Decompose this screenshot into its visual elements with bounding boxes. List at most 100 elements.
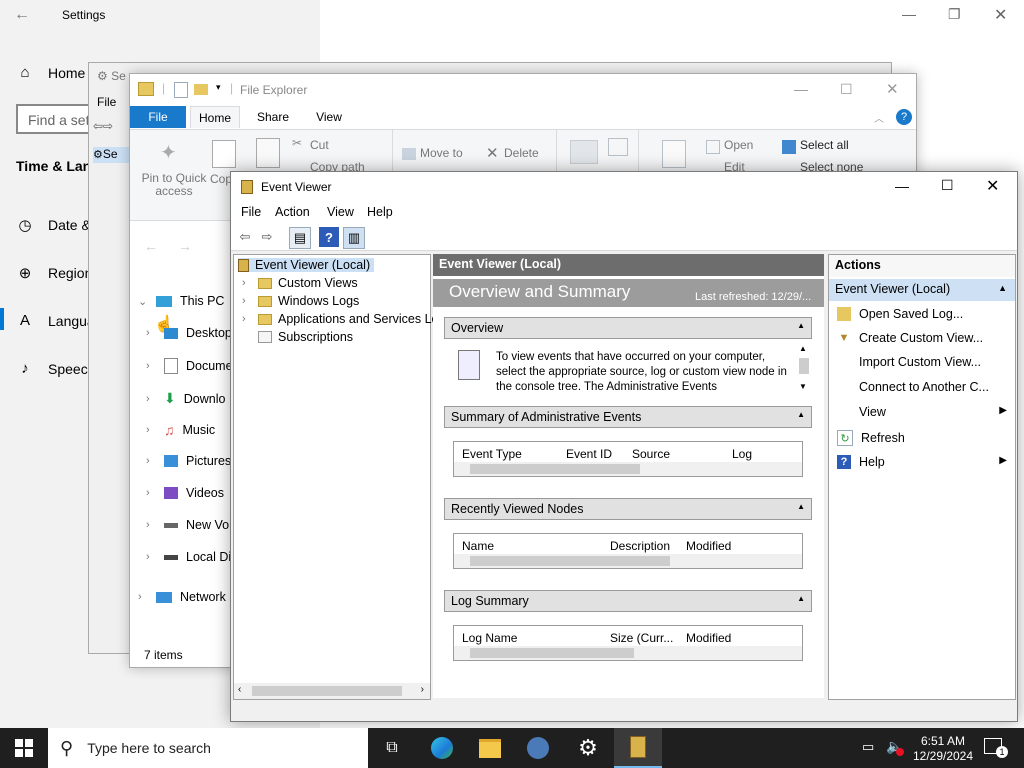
collapse-icon[interactable]: ▲: [998, 283, 1007, 293]
minimize-icon[interactable]: —: [895, 178, 909, 194]
open-button[interactable]: Open: [724, 138, 753, 152]
maximize-icon[interactable]: ☐: [840, 81, 853, 98]
action-view[interactable]: View ▶: [837, 405, 1007, 419]
scroll-left-icon[interactable]: ‹: [238, 684, 241, 695]
sidebar-item-region[interactable]: ⊕ Region: [16, 264, 93, 282]
show-hide-action-pane-icon[interactable]: ▥: [343, 227, 365, 249]
tree-item-pictures[interactable]: › Pictures: [146, 454, 231, 468]
settings-home[interactable]: ⌂ Home: [16, 64, 85, 81]
clock[interactable]: 6:51 AM 12/29/2024: [910, 734, 976, 764]
nav-back-icon[interactable]: ←: [144, 238, 158, 254]
taskbar-search-box[interactable]: ⚲ Type here to search: [48, 728, 368, 768]
scrollbar-thumb[interactable]: [470, 648, 634, 658]
chevron-right-icon[interactable]: ›: [146, 519, 156, 531]
chevron-right-icon[interactable]: ›: [138, 591, 148, 603]
action-import-custom-view[interactable]: Import Custom View...: [837, 355, 981, 369]
grid-horizontal-scrollbar[interactable]: [454, 646, 802, 660]
action-connect[interactable]: Connect to Another C...: [837, 380, 989, 394]
chevron-right-icon[interactable]: ›: [242, 277, 252, 289]
log-summary-grid[interactable]: Log Name Size (Curr... Modified: [453, 625, 803, 661]
action-help[interactable]: ? Help ▶: [837, 455, 1007, 469]
menu-view[interactable]: View: [327, 205, 354, 219]
scroll-down-icon[interactable]: ▼: [799, 382, 807, 391]
scrollbar-thumb[interactable]: [470, 556, 670, 566]
copy-button[interactable]: Cop: [210, 172, 232, 186]
menu-file[interactable]: File: [241, 205, 261, 219]
column-header[interactable]: Log Name: [462, 631, 517, 645]
column-header[interactable]: Size (Curr...: [610, 631, 673, 645]
move-to-button[interactable]: Move to: [420, 146, 463, 160]
tab-file[interactable]: File: [130, 106, 186, 128]
forward-arrow-icon[interactable]: ⇨: [257, 227, 277, 247]
minimize-icon[interactable]: —: [902, 6, 916, 22]
collapse-icon[interactable]: ▲: [797, 321, 805, 330]
tab-share[interactable]: Share: [248, 106, 298, 128]
event-viewer-taskbar-icon[interactable]: [614, 728, 662, 768]
chevron-right-icon[interactable]: ›: [146, 424, 156, 436]
log-summary-section-header[interactable]: Log Summary ▲: [444, 590, 812, 612]
new-item-icon[interactable]: [608, 138, 628, 156]
column-header[interactable]: Name: [462, 539, 494, 553]
tree-item-event-viewer-local[interactable]: Event Viewer (Local): [238, 258, 375, 272]
column-header[interactable]: Modified: [686, 631, 731, 645]
grid-horizontal-scrollbar[interactable]: [454, 462, 802, 476]
nav-forward-icon[interactable]: →: [178, 238, 192, 254]
admin-events-section-header[interactable]: Summary of Administrative Events ▲: [444, 406, 812, 428]
chevron-right-icon[interactable]: ›: [146, 551, 156, 563]
recent-nodes-section-header[interactable]: Recently Viewed Nodes ▲: [444, 498, 812, 520]
action-refresh[interactable]: ↻ Refresh: [837, 430, 905, 446]
properties-large-icon[interactable]: [662, 140, 686, 168]
chevron-right-icon[interactable]: ›: [146, 360, 156, 372]
overview-vertical-scrollbar[interactable]: ▲ ▼: [798, 344, 810, 394]
chevron-right-icon[interactable]: ›: [146, 455, 156, 467]
chevron-right-icon[interactable]: ›: [242, 313, 252, 325]
column-header[interactable]: Source: [632, 447, 670, 461]
restore-icon[interactable]: ❐: [948, 6, 961, 23]
tree-item-subscriptions[interactable]: Subscriptions: [258, 330, 353, 344]
qat-dropdown-icon[interactable]: ▾: [216, 82, 221, 93]
recent-nodes-grid[interactable]: Name Description Modified: [453, 533, 803, 569]
close-icon[interactable]: ✕: [994, 5, 1007, 25]
actions-group-header[interactable]: Event Viewer (Local) ▲: [829, 279, 1015, 301]
network-tray-icon[interactable]: ▭: [862, 739, 874, 755]
menu-action[interactable]: Action: [275, 205, 310, 219]
minimize-icon[interactable]: —: [794, 81, 808, 97]
tree-item-applications-services[interactable]: › Applications and Services Lo: [242, 312, 439, 326]
chevron-right-icon[interactable]: ›: [146, 393, 156, 405]
tree-item-this-pc[interactable]: ⌄ This PC: [138, 294, 224, 308]
collapse-icon[interactable]: ▲: [797, 594, 805, 603]
sidebar-item-language[interactable]: A Langua: [16, 312, 95, 329]
tab-view[interactable]: View: [304, 106, 354, 128]
grid-horizontal-scrollbar[interactable]: [454, 554, 802, 568]
scroll-up-icon[interactable]: ▲: [799, 344, 807, 353]
tree-item-custom-views[interactable]: › Custom Views: [242, 276, 358, 290]
overview-section-header[interactable]: Overview ▲: [444, 317, 812, 339]
back-arrow-icon[interactable]: ←: [14, 6, 30, 24]
cut-button[interactable]: Cut: [310, 138, 329, 152]
chevron-right-icon[interactable]: ›: [146, 487, 156, 499]
collapse-ribbon-icon[interactable]: ︿: [874, 110, 884, 125]
admin-events-grid[interactable]: Event Type Event ID Source Log: [453, 441, 803, 477]
tree-item-videos[interactable]: › Videos: [146, 486, 224, 500]
settings-gear-taskbar-icon[interactable]: [514, 728, 562, 768]
tree-item-documents[interactable]: › Docume: [146, 358, 233, 374]
tree-item-local-disk[interactable]: › Local Di: [146, 550, 231, 564]
windows-start-icon[interactable]: [0, 728, 48, 768]
column-header[interactable]: Event ID: [566, 447, 612, 461]
menu-help[interactable]: Help: [367, 205, 393, 219]
scrollbar-thumb[interactable]: [799, 358, 809, 374]
collapse-icon[interactable]: ▲: [797, 410, 805, 419]
edge-browser-icon[interactable]: [418, 728, 466, 768]
chevron-down-icon[interactable]: ⌄: [138, 295, 148, 308]
tree-item-network[interactable]: › Network: [138, 590, 226, 604]
action-open-saved-log[interactable]: Open Saved Log...: [837, 307, 963, 321]
chevron-right-icon[interactable]: ›: [242, 295, 252, 307]
column-header[interactable]: Description: [610, 539, 670, 553]
new-folder-icon[interactable]: [194, 84, 208, 95]
bg-window-item[interactable]: ⚙Se: [93, 147, 129, 163]
new-folder-large-icon[interactable]: [570, 140, 598, 164]
maximize-icon[interactable]: ☐: [941, 177, 954, 194]
column-header[interactable]: Event Type: [462, 447, 522, 461]
select-all-button[interactable]: Select all: [800, 138, 849, 152]
column-header[interactable]: Log: [732, 447, 752, 461]
